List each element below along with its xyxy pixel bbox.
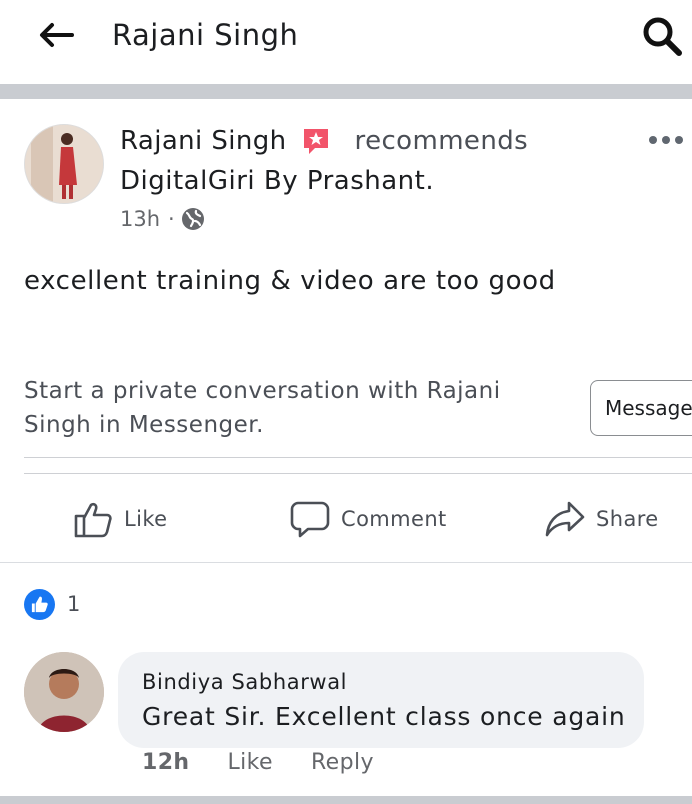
comment-label: Comment <box>341 507 447 531</box>
post-body: excellent training & video are too good <box>24 266 556 296</box>
globe-icon <box>181 207 205 231</box>
comment-time[interactable]: 12h <box>142 750 189 775</box>
comment-bubble[interactable]: Bindiya Sabharwal Great Sir. Excellent c… <box>118 652 644 748</box>
comment-text: Great Sir. Excellent class once again <box>142 702 626 731</box>
private-conversation-prompt: Start a private conversation with Rajani… <box>24 378 501 438</box>
like-label: Like <box>124 507 168 531</box>
author-avatar[interactable] <box>24 124 104 204</box>
divider <box>0 562 692 563</box>
back-button[interactable] <box>34 17 78 53</box>
avatar-image <box>24 652 104 732</box>
like-button[interactable]: Like <box>72 495 167 543</box>
meta-dot: · <box>168 207 175 231</box>
commenter-name[interactable]: Bindiya Sabharwal <box>142 670 347 694</box>
share-icon <box>544 498 586 540</box>
reactions-summary[interactable]: 1 <box>24 588 80 620</box>
star-badge-icon <box>301 126 331 156</box>
post-author-line: Rajani Singh recommends <box>120 126 528 156</box>
post-time[interactable]: 13h <box>120 207 160 231</box>
search-button[interactable] <box>640 14 684 58</box>
page-title: Rajani Singh <box>112 18 299 52</box>
more-dots-icon <box>649 136 683 144</box>
share-button[interactable]: Share <box>544 495 659 543</box>
comment-like-button[interactable]: Like <box>227 750 272 775</box>
comment-actions: 12h Like Reply <box>142 750 412 775</box>
bottom-separator <box>0 796 692 804</box>
recommended-page-name[interactable]: DigitalGiri By Prashant. <box>120 166 434 196</box>
more-options-button[interactable] <box>644 126 688 154</box>
comment-icon <box>289 498 331 540</box>
avatar-image <box>25 125 103 203</box>
divider <box>24 473 692 474</box>
arrow-left-icon <box>40 23 74 47</box>
comment-reply-button[interactable]: Reply <box>311 750 374 775</box>
comment-button[interactable]: Comment <box>289 495 447 543</box>
recommends-label: recommends <box>354 126 529 156</box>
reaction-count: 1 <box>67 592 81 616</box>
author-name[interactable]: Rajani Singh <box>120 126 287 156</box>
thumbs-up-outline-icon <box>72 498 114 540</box>
share-label: Share <box>596 507 659 531</box>
post-meta: 13h · <box>120 207 205 231</box>
divider <box>24 457 692 458</box>
message-button[interactable]: Message <box>590 380 692 436</box>
commenter-avatar[interactable] <box>24 652 104 732</box>
header-separator <box>0 84 692 99</box>
top-bar: Rajani Singh <box>0 0 692 84</box>
thumbs-up-icon <box>24 588 55 620</box>
search-icon <box>643 17 682 56</box>
